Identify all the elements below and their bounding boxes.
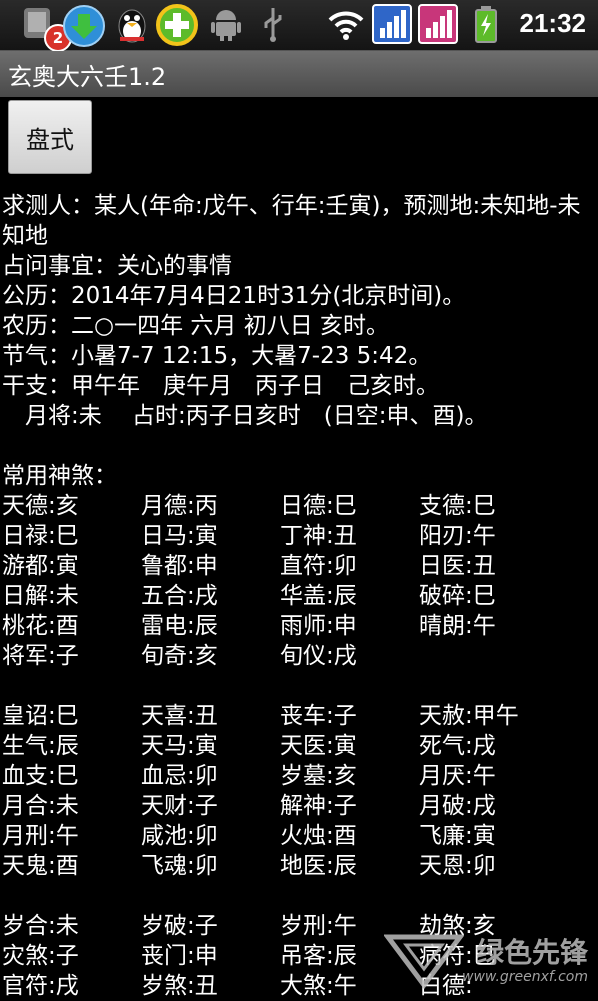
watermark-url: www.greenxf.com xyxy=(462,969,588,985)
shensha-cell: 丧门:申 xyxy=(141,943,218,969)
shensha-cell: 雷电:辰 xyxy=(141,613,218,639)
shensha-cell: 阳刃:午 xyxy=(419,523,496,549)
shensha-cell: 支德:巳 xyxy=(419,493,496,519)
android-debug-icon xyxy=(210,4,250,44)
shensha-cell: 月刑:午 xyxy=(2,823,79,849)
signal-pink-icon xyxy=(418,4,458,44)
shensha-cell: 旬奇:亥 xyxy=(141,643,218,669)
shensha-cell: 天鬼:酉 xyxy=(2,853,79,879)
shensha-group-1: 天德:亥 月德:丙 日德:巳 支德:巳 日禄:巳 日马:寅 丁神:丑 阳刃:午 … xyxy=(2,491,594,671)
shensha-cell: 咸池:卯 xyxy=(141,823,218,849)
battery-charging-icon xyxy=(472,4,512,44)
shensha-cell: 灾煞:子 xyxy=(2,943,79,969)
shensha-cell: 岁墓:亥 xyxy=(280,763,357,789)
watermark-text: 绿色先锋 xyxy=(476,936,589,969)
shensha-cell: 地医:辰 xyxy=(280,853,357,879)
shensha-cell: 桃花:酉 xyxy=(2,613,79,639)
info-lunar-date: 农历：二○一四年 六月 初八日 亥时。 xyxy=(2,313,390,339)
shensha-cell: 游都:寅 xyxy=(2,553,79,579)
shensha-cell: 血忌:卯 xyxy=(141,763,218,789)
shensha-group-2: 皇诏:巳 天喜:丑 丧车:子 天赦:甲午 生气:辰 天马:寅 天医:寅 死气:戌… xyxy=(2,701,594,881)
shensha-cell: 日德:巳 xyxy=(280,493,357,519)
shensha-cell: 月厌:午 xyxy=(419,763,496,789)
shensha-cell: 月合:未 xyxy=(2,793,79,819)
shensha-cell: 日禄:巳 xyxy=(2,523,79,549)
shensha-cell: 皇诏:巳 xyxy=(2,703,79,729)
signal-blue-icon xyxy=(372,4,412,44)
reading-content: 求测人：某人(年命:戊午、行年:壬寅)，预测地:未知地-未知地 占问事宜：关心的… xyxy=(2,191,594,1001)
chart-layout-button[interactable]: 盘式 xyxy=(8,100,92,174)
shensha-cell: 直符:卯 xyxy=(280,553,357,579)
shensha-cell: 将军:子 xyxy=(2,643,79,669)
shensha-cell: 日解:未 xyxy=(2,583,79,609)
shensha-cell: 五合:戌 xyxy=(141,583,218,609)
shensha-cell: 天财:子 xyxy=(141,793,218,819)
shensha-cell: 丧车:子 xyxy=(280,703,357,729)
shensha-heading: 常用神煞： xyxy=(2,463,117,489)
info-subject: 占问事宜：关心的事情 xyxy=(2,253,232,279)
shensha-cell: 雨师:申 xyxy=(280,613,357,639)
shensha-cell: 火烛:酉 xyxy=(280,823,357,849)
shensha-cell: 日医:丑 xyxy=(419,553,496,579)
shensha-cell: 天恩:卯 xyxy=(419,853,496,879)
shensha-cell: 天喜:丑 xyxy=(141,703,218,729)
status-bar: 2 21:32 xyxy=(0,0,598,52)
shensha-cell: 血支:巳 xyxy=(2,763,79,789)
shensha-cell: 死气:戌 xyxy=(419,733,496,759)
shensha-cell: 生气:辰 xyxy=(2,733,79,759)
shensha-cell: 华盖:辰 xyxy=(280,583,357,609)
shensha-cell: 月德:丙 xyxy=(141,493,218,519)
shensha-cell: 鲁都:申 xyxy=(141,553,218,579)
app-title-bar: 玄奥大六壬1.2 xyxy=(0,51,598,97)
watermark-logo-icon xyxy=(383,934,465,990)
shensha-cell: 天德:亥 xyxy=(2,493,79,519)
shensha-cell: 岁合:未 xyxy=(2,913,79,939)
shensha-cell: 日马:寅 xyxy=(141,523,218,549)
shensha-cell: 晴朗:午 xyxy=(419,613,496,639)
shensha-cell: 天赦:甲午 xyxy=(419,703,519,729)
info-solar-terms: 节气：小暑7-7 12:15，大暑7-23 5:42。 xyxy=(2,343,432,369)
info-month-general: 月将:未 占时:丙子日亥时 (日空:申、酉)。 xyxy=(2,403,488,429)
shensha-cell: 天医:寅 xyxy=(280,733,357,759)
shensha-cell: 月破:戌 xyxy=(419,793,496,819)
shensha-cell: 飞廉:寅 xyxy=(419,823,496,849)
shensha-cell: 破碎:巳 xyxy=(419,583,496,609)
add-plus-icon[interactable] xyxy=(156,4,198,46)
wifi-icon xyxy=(326,4,366,44)
app-title: 玄奥大六壬1.2 xyxy=(8,62,167,91)
download-globe-icon[interactable] xyxy=(62,4,105,47)
shensha-cell xyxy=(419,641,594,671)
shensha-cell: 岁破:子 xyxy=(141,913,218,939)
watermark: 绿色先锋 www.greenxf.com xyxy=(383,931,594,991)
info-querent: 求测人：某人(年命:戊午、行年:壬寅)，预测地:未知地-未知地 xyxy=(2,193,581,249)
clock: 21:32 xyxy=(519,8,587,38)
info-ganzhi: 干支：甲午年 庚午月 丙子日 己亥时。 xyxy=(2,373,439,399)
shensha-cell: 丁神:丑 xyxy=(280,523,357,549)
info-gregorian-date: 公历：2014年7月4日21时31分(北京时间)。 xyxy=(2,283,466,309)
shensha-cell: 天马:寅 xyxy=(141,733,218,759)
notification-icon[interactable]: 2 xyxy=(18,4,72,52)
shensha-cell: 解神:子 xyxy=(280,793,357,819)
shensha-cell: 飞魂:卯 xyxy=(141,853,218,879)
qq-penguin-icon[interactable] xyxy=(112,4,152,44)
usb-icon xyxy=(258,4,298,44)
shensha-cell: 旬仪:戌 xyxy=(280,643,357,669)
